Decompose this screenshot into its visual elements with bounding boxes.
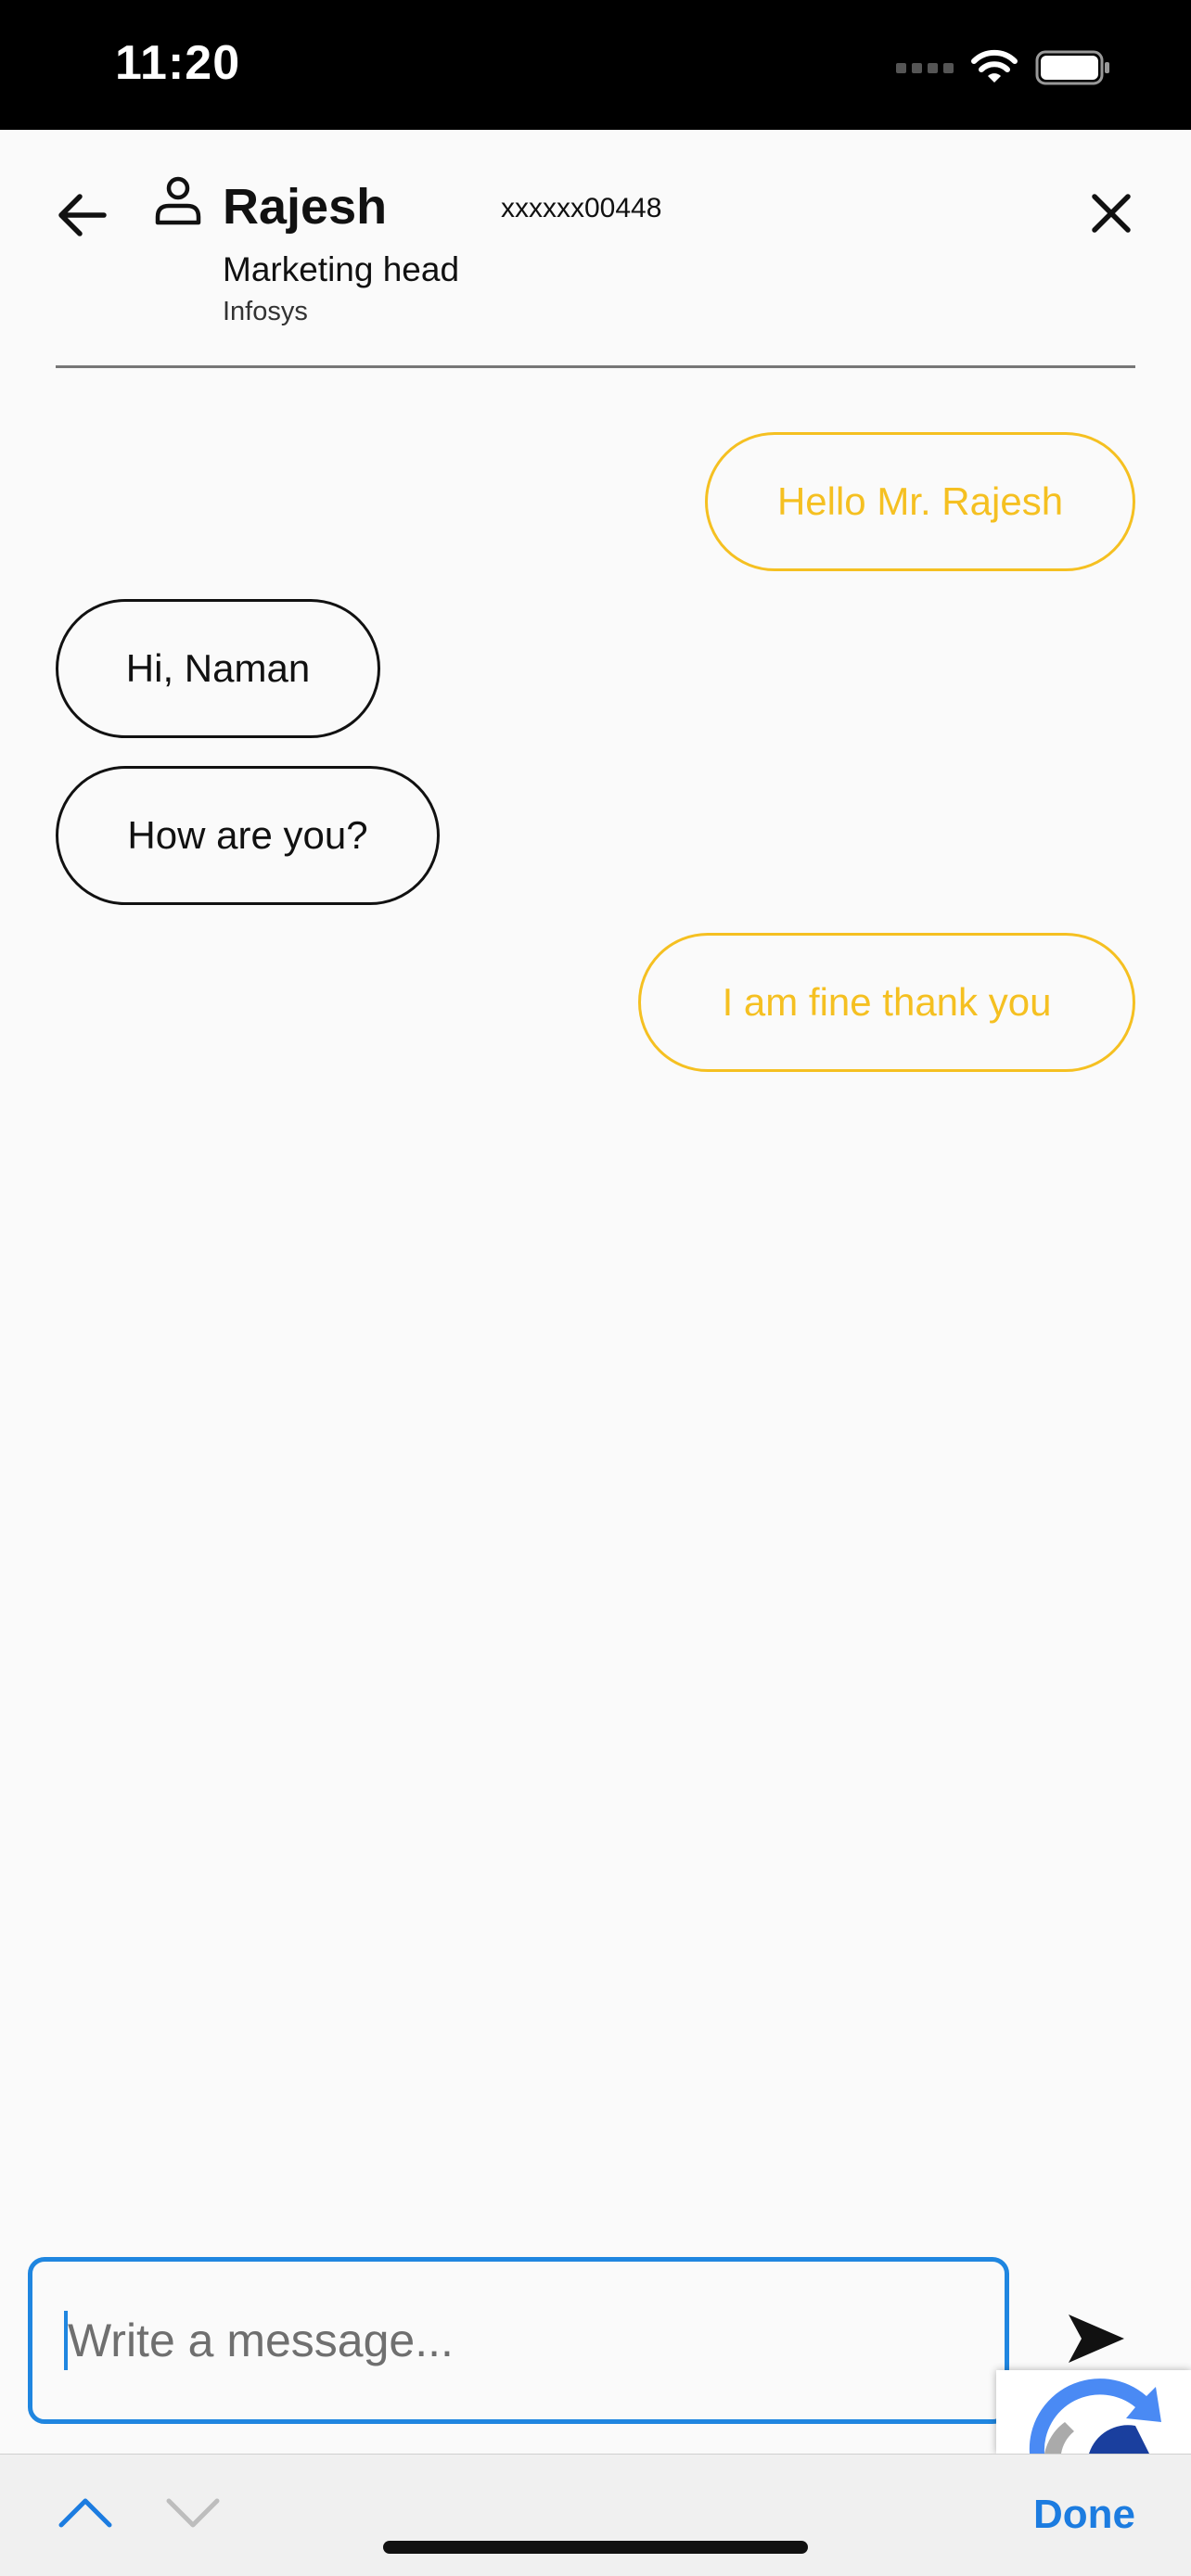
send-icon[interactable] bbox=[1065, 2309, 1128, 2368]
signal-icon bbox=[896, 62, 954, 73]
close-icon bbox=[1092, 194, 1131, 233]
chevron-up-icon[interactable] bbox=[56, 2492, 115, 2532]
contact-role: Marketing head bbox=[223, 250, 460, 288]
chat-header: Rajesh xxxxxx00448 Marketing head Infosy… bbox=[0, 130, 1191, 368]
close-button[interactable] bbox=[1082, 184, 1141, 243]
contact-name: Rajesh bbox=[223, 179, 388, 235]
status-time: 11:20 bbox=[115, 36, 241, 90]
message-bubble-incoming[interactable]: Hi, Naman bbox=[56, 599, 380, 738]
home-indicator bbox=[383, 2541, 808, 2554]
wifi-icon bbox=[971, 49, 1018, 83]
header-divider bbox=[56, 365, 1135, 368]
person-icon bbox=[155, 176, 201, 225]
message-input-placeholder: Write a message... bbox=[68, 2315, 454, 2366]
done-button[interactable]: Done bbox=[1033, 2492, 1135, 2538]
message-bubble-outgoing[interactable]: I am fine thank you bbox=[638, 933, 1135, 1072]
contact-company: Infosys bbox=[223, 297, 308, 326]
keyboard-toolbar: Done bbox=[0, 2454, 1191, 2576]
contact-phone: xxxxxx00448 bbox=[501, 193, 662, 223]
message-bubble-outgoing[interactable]: Hello Mr. Rajesh bbox=[705, 432, 1135, 571]
message-input[interactable]: Write a message... bbox=[28, 2257, 1009, 2424]
arrow-left-icon bbox=[58, 194, 107, 236]
battery-icon bbox=[1035, 50, 1109, 85]
chat-screen: 11:20 Rajesh xxxxxx00448 Marketing head … bbox=[0, 0, 1191, 2576]
back-button[interactable] bbox=[52, 185, 111, 245]
chevron-down-icon[interactable] bbox=[163, 2492, 223, 2532]
status-bar: 11:20 bbox=[0, 0, 1191, 130]
message-bubble-incoming[interactable]: How are you? bbox=[56, 766, 440, 905]
recaptcha-icon bbox=[1029, 2378, 1161, 2454]
recaptcha-badge[interactable] bbox=[996, 2370, 1191, 2454]
status-icons bbox=[896, 45, 1111, 91]
